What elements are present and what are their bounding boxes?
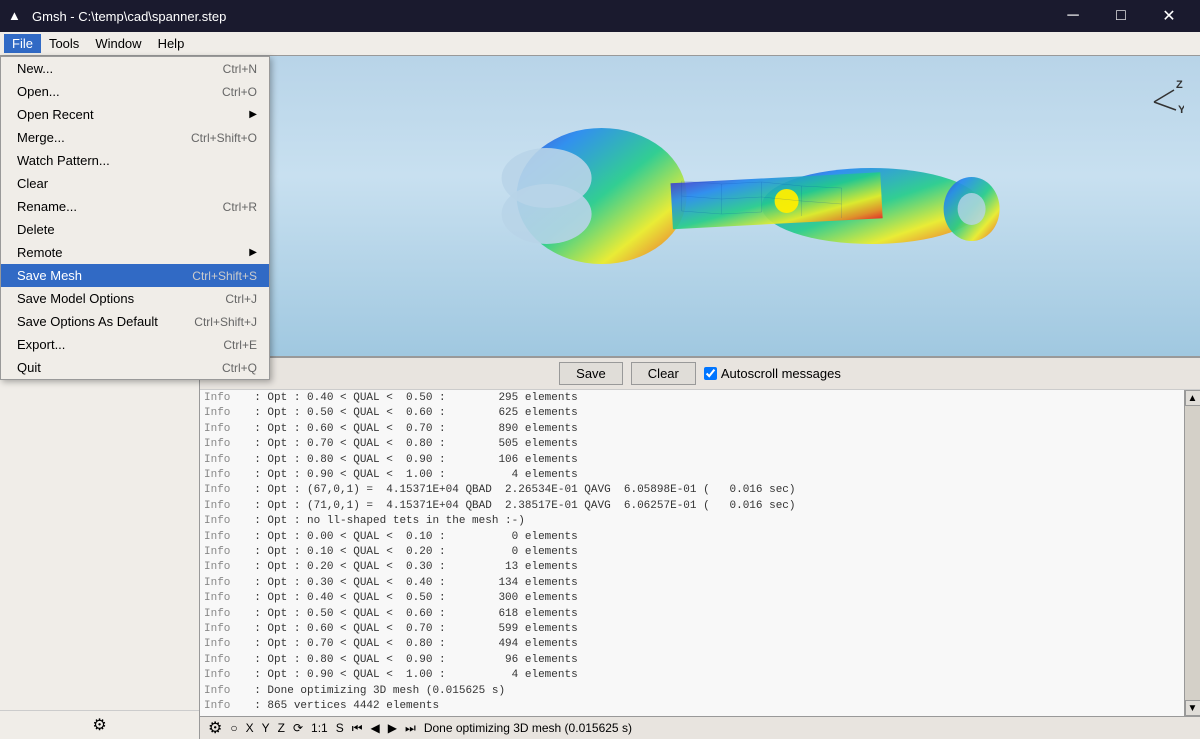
- s-label: S: [336, 721, 344, 735]
- title-bar: ▲ Gmsh - C:\temp\cad\spanner.step ─ □ ✕: [0, 0, 1200, 32]
- save-button[interactable]: Save: [559, 362, 623, 385]
- svg-text:Z: Z: [1176, 79, 1183, 91]
- maximize-button[interactable]: □: [1098, 0, 1144, 32]
- status-bar: ⚙ ○ X Y Z ⟳ 1:1 S ⏮ ◀ ▶ ⏭ Done optimizin…: [200, 716, 1200, 739]
- menu-quit[interactable]: Quit Ctrl+Q: [1, 356, 269, 379]
- menu-open[interactable]: Open... Ctrl+O: [1, 80, 269, 103]
- x-label: X: [246, 721, 254, 735]
- menu-remote[interactable]: Remote ▶: [1, 241, 269, 264]
- autoscroll-check: Autoscroll messages: [704, 366, 841, 381]
- status-text: Done optimizing 3D mesh (0.015625 s): [424, 721, 632, 735]
- nav-next[interactable]: ▶: [388, 721, 397, 735]
- remote-submenu-arrow-icon: ▶: [249, 247, 257, 258]
- rotate-icon: ⟳: [293, 721, 303, 735]
- nav-last[interactable]: ⏭: [405, 721, 416, 736]
- app-icon: ▲: [8, 8, 24, 24]
- gear-status-icon[interactable]: ⚙: [208, 718, 222, 738]
- minimize-button[interactable]: ─: [1050, 0, 1096, 32]
- y-label: Y: [262, 721, 270, 735]
- file-menu-item[interactable]: File: [4, 34, 41, 53]
- sidebar-bottom: ⚙: [0, 710, 199, 739]
- submenu-arrow-icon: ▶: [249, 109, 257, 120]
- help-menu-item[interactable]: Help: [150, 34, 193, 53]
- menu-delete[interactable]: Delete: [1, 218, 269, 241]
- svg-text:Y: Y: [1178, 104, 1184, 116]
- nav-prev[interactable]: ◀: [371, 721, 380, 735]
- menu-export[interactable]: Export... Ctrl+E: [1, 333, 269, 356]
- z-label: Z: [278, 721, 285, 735]
- window-title: Gmsh - C:\temp\cad\spanner.step: [32, 9, 226, 24]
- gear-icon[interactable]: ⚙: [92, 715, 106, 735]
- 3d-view[interactable]: Z Y: [200, 56, 1200, 356]
- autoscroll-checkbox[interactable]: [704, 367, 717, 380]
- scale-label: 1:1: [311, 721, 328, 735]
- window-controls: ─ □ ✕: [1050, 0, 1192, 32]
- menu-watch-pattern[interactable]: Watch Pattern...: [1, 149, 269, 172]
- menu-open-recent[interactable]: Open Recent ▶: [1, 103, 269, 126]
- log-toolbar: Save Clear Autoscroll messages: [200, 358, 1200, 390]
- menu-clear[interactable]: Clear: [1, 172, 269, 195]
- scroll-down-btn[interactable]: ▼: [1185, 700, 1200, 716]
- mesh-visualization: [482, 96, 1002, 296]
- menu-new[interactable]: New... Ctrl+N: [1, 57, 269, 80]
- clear-button[interactable]: Clear: [631, 362, 696, 385]
- menu-save-model-options[interactable]: Save Model Options Ctrl+J: [1, 287, 269, 310]
- bottom-panel: Save Clear Autoscroll messages Info : 0 …: [200, 356, 1200, 716]
- file-dropdown: New... Ctrl+N Open... Ctrl+O Open Recent…: [0, 56, 270, 380]
- menu-merge[interactable]: Merge... Ctrl+Shift+O: [1, 126, 269, 149]
- menu-bar: File Tools Window Help: [0, 32, 1200, 56]
- autoscroll-label: Autoscroll messages: [721, 366, 841, 381]
- window-menu-item[interactable]: Window: [87, 34, 149, 53]
- menu-save-mesh[interactable]: Save Mesh Ctrl+Shift+S: [1, 264, 269, 287]
- log-area[interactable]: Info : 0 points created - Worst tet radi…: [200, 390, 1184, 716]
- scroll-up-btn[interactable]: ▲: [1185, 390, 1200, 406]
- tools-menu-item[interactable]: Tools: [41, 34, 87, 53]
- axis-indicator: Z Y: [1124, 72, 1184, 132]
- close-button[interactable]: ✕: [1146, 0, 1192, 32]
- axis-svg: Z Y: [1124, 72, 1184, 132]
- log-scrollbar[interactable]: ▲ ▼: [1184, 390, 1200, 716]
- nav-first[interactable]: ⏮: [352, 721, 363, 736]
- origin-indicator: ○: [230, 721, 237, 735]
- menu-rename[interactable]: Rename... Ctrl+R: [1, 195, 269, 218]
- menu-save-options-default[interactable]: Save Options As Default Ctrl+Shift+J: [1, 310, 269, 333]
